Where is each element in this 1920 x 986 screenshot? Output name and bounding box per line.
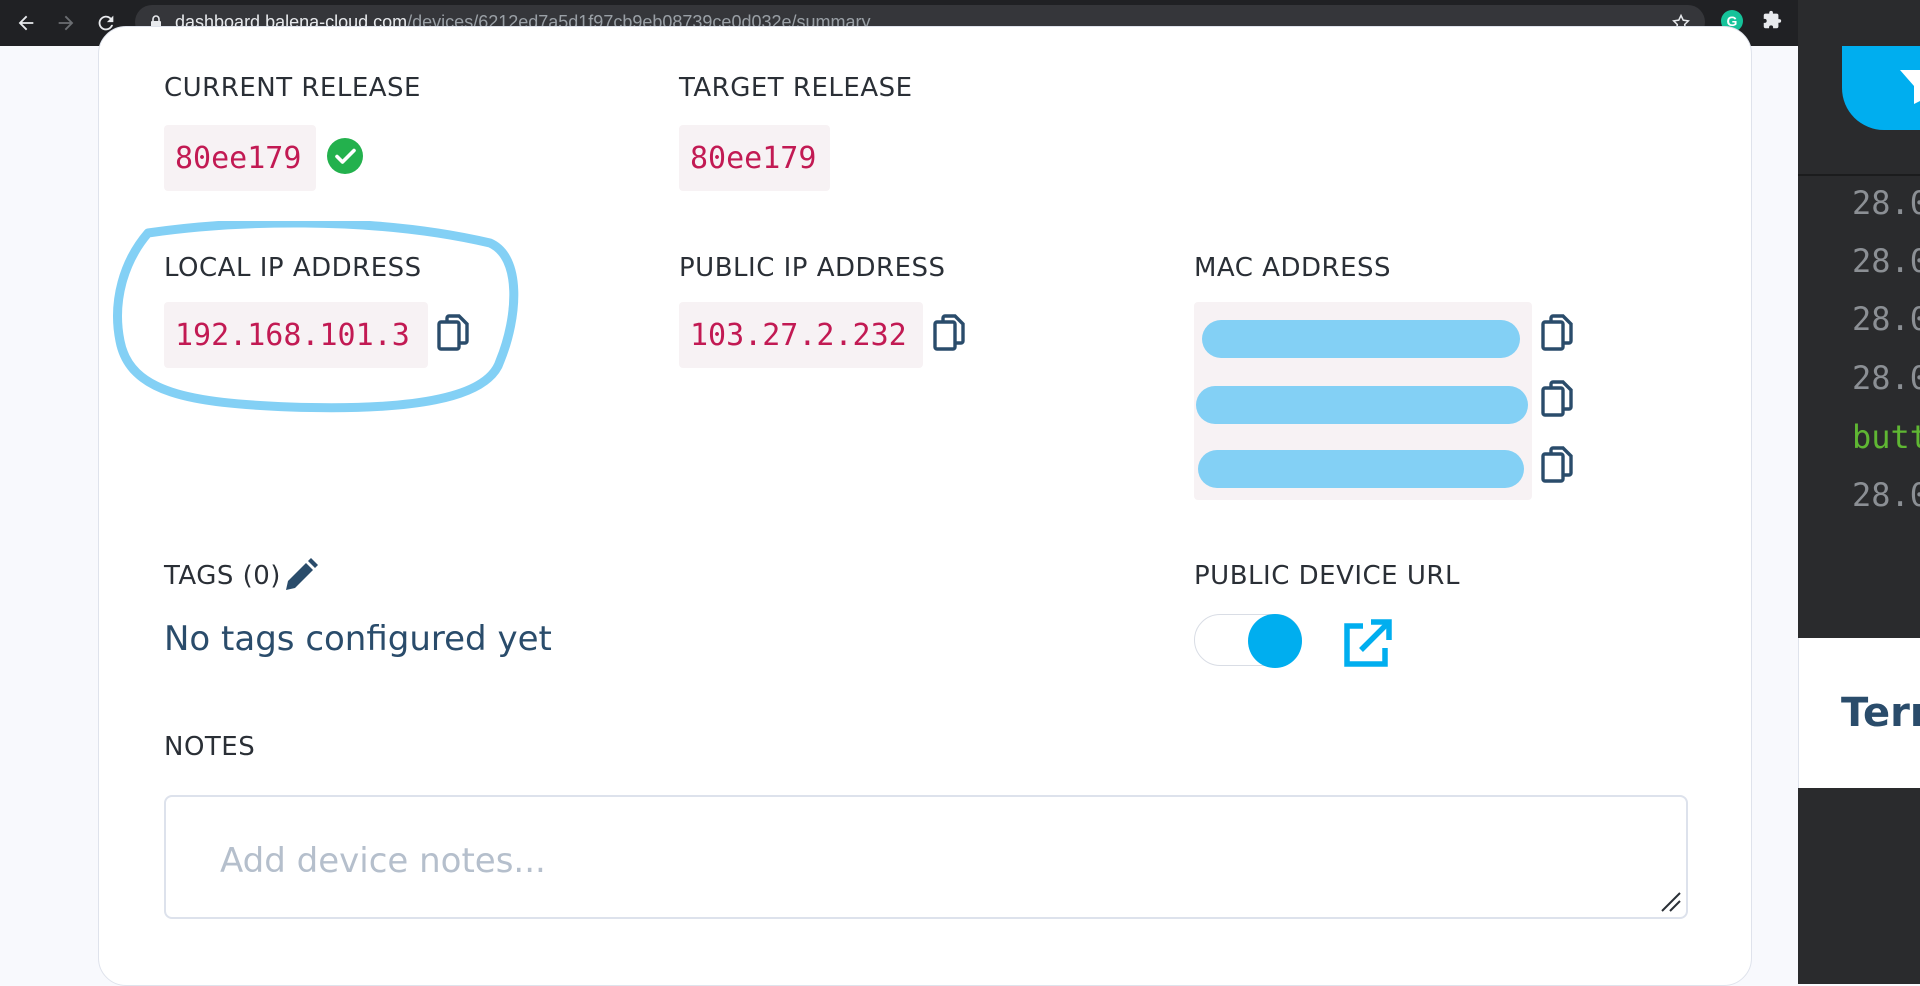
page-content: CURRENT RELEASE 80ee179 TARGET RELEASE 8…: [0, 0, 1920, 986]
terminal-filter-button[interactable]: [1842, 46, 1920, 130]
redaction-mark: [1196, 386, 1528, 424]
terminal-log-line: 28.0: [1852, 184, 1920, 222]
current-release-value: 80ee179: [164, 125, 316, 191]
terminal-log-line: 28.0: [1852, 300, 1920, 338]
local-ip-label: LOCAL IP ADDRESS: [164, 253, 422, 283]
public-device-url-label: PUBLIC DEVICE URL: [1194, 561, 1460, 591]
terminal-output-area: [1798, 788, 1920, 984]
extensions-puzzle-icon[interactable]: [1760, 8, 1784, 32]
resize-handle-icon[interactable]: [1660, 891, 1682, 913]
mac-address-label: MAC ADDRESS: [1194, 253, 1392, 283]
copy-icon[interactable]: [1540, 379, 1576, 419]
target-release-value: 80ee179: [679, 125, 830, 191]
forward-button[interactable]: [48, 5, 84, 41]
target-release-label: TARGET RELEASE: [679, 73, 913, 103]
redaction-mark: [1202, 320, 1520, 358]
arrow-right-icon: [58, 15, 74, 31]
check-circle-icon: [327, 138, 363, 174]
public-url-toggle[interactable]: [1194, 614, 1302, 668]
device-notes-textarea[interactable]: Add device notes...: [164, 795, 1688, 919]
redaction-mark: [1198, 450, 1524, 488]
current-release-label: CURRENT RELEASE: [164, 73, 421, 103]
back-button[interactable]: [8, 5, 44, 41]
external-link-icon[interactable]: [1341, 618, 1393, 670]
pencil-icon[interactable]: [282, 558, 318, 594]
terminal-divider: [1798, 174, 1920, 176]
copy-icon[interactable]: [1540, 313, 1576, 353]
terminal-log-line: butt: [1852, 418, 1920, 456]
terminal-tab[interactable]: Term: [1798, 638, 1920, 788]
public-ip-value: 103.27.2.232: [679, 302, 923, 368]
copy-icon[interactable]: [932, 313, 968, 353]
copy-icon[interactable]: [1540, 445, 1576, 485]
arrow-left-icon: [18, 15, 34, 31]
filter-icon: [1900, 70, 1920, 104]
terminal-log-line: 28.0: [1852, 242, 1920, 280]
terminal-tab-label: Term: [1841, 690, 1920, 736]
tags-empty-message: No tags configured yet: [164, 619, 552, 659]
notes-label: NOTES: [164, 732, 256, 762]
toggle-knob: [1248, 614, 1302, 668]
copy-icon[interactable]: [436, 313, 472, 353]
terminal-log-line: 28.0: [1852, 476, 1920, 514]
terminal-log-line: 28.0: [1852, 359, 1920, 397]
public-ip-label: PUBLIC IP ADDRESS: [679, 253, 946, 283]
tags-label: TAGS (0): [164, 561, 281, 591]
local-ip-value: 192.168.101.3: [164, 302, 428, 368]
notes-placeholder: Add device notes...: [220, 841, 546, 881]
